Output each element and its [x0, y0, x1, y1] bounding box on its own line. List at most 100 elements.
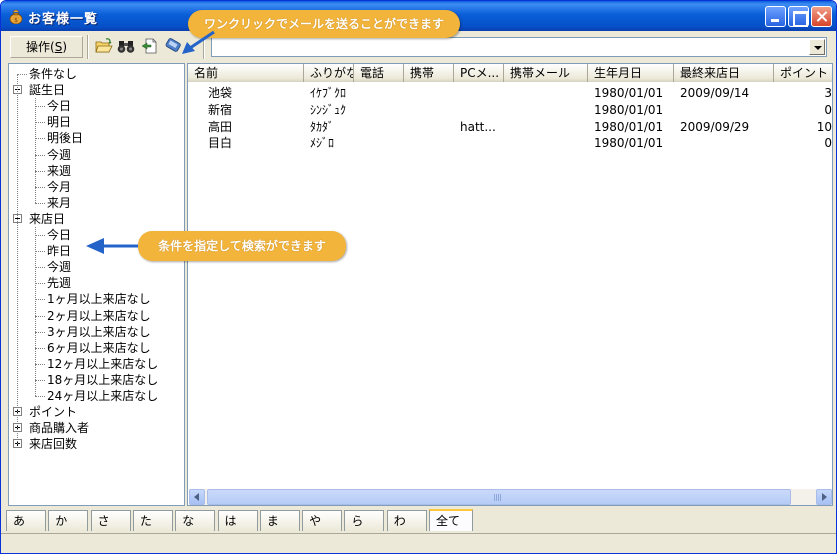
- column-header[interactable]: ポイント: [774, 64, 832, 82]
- tab-kana[interactable]: は: [217, 510, 258, 531]
- column-header[interactable]: PCメ...: [454, 64, 504, 82]
- tree-item[interactable]: 今日: [47, 98, 71, 114]
- tab-kana[interactable]: ま: [259, 510, 300, 531]
- export-page-icon[interactable]: [141, 37, 159, 55]
- table-cell: [680, 102, 774, 119]
- scroll-thumb[interactable]: [207, 489, 791, 505]
- table-cell: 1980/01/01: [594, 119, 664, 134]
- tree-item-label: 条件なし: [29, 67, 78, 81]
- tree-item-label: 6ヶ月以上来店なし: [47, 340, 151, 355]
- customer-list[interactable]: 名前 ふりがな 電話 携帯 PCメ... 携帯メール 生年月日 最終来店日 ポイント 池袋 ｲｹﾌ…: [187, 63, 833, 506]
- tree-item[interactable]: 18ヶ月以上来店なし: [47, 372, 158, 388]
- tree-line: [35, 138, 45, 140]
- tree-line: [35, 396, 45, 397]
- tab-kana[interactable]: た: [132, 510, 173, 531]
- table-cell: [460, 102, 504, 119]
- horizontal-scrollbar[interactable]: [189, 489, 832, 505]
- minimize-button[interactable]: [765, 6, 786, 27]
- svg-text:$: $: [14, 17, 18, 24]
- tree-item[interactable]: 条件なし: [29, 66, 77, 82]
- tree-item[interactable]: 今週: [47, 259, 71, 275]
- tree-item[interactable]: 誕生日: [29, 82, 65, 98]
- tree-item[interactable]: 来店日: [29, 211, 65, 227]
- tree-item[interactable]: 来月: [47, 195, 71, 211]
- tree-item[interactable]: 3ヶ月以上来店なし: [47, 324, 151, 340]
- tree-item[interactable]: 今日: [47, 227, 71, 243]
- tree-item-label: 24ヶ月以上来店なし: [47, 389, 159, 403]
- table-cell: [410, 135, 454, 152]
- tree-item[interactable]: 昨日: [47, 243, 71, 259]
- tab-kana[interactable]: さ: [90, 510, 131, 531]
- column-header[interactable]: 携帯メール: [504, 64, 588, 82]
- tree-line: [35, 283, 45, 285]
- tree-item[interactable]: 来店回数: [29, 436, 77, 452]
- scroll-left-icon[interactable]: [189, 489, 205, 505]
- tree-item-label: 来月: [47, 195, 72, 210]
- table-row[interactable]: 目白 ﾒｼﾞﾛ 1980/01/01 0: [188, 135, 832, 152]
- tree-item-label: 今週: [47, 260, 72, 275]
- table-row[interactable]: 新宿 ｼﾝｼﾞｭｸ 1980/01/01 0: [188, 102, 832, 119]
- tree-line: [35, 122, 45, 124]
- table-cell: 3: [824, 86, 832, 100]
- tree-line: [35, 251, 45, 253]
- kana-index-tabs: あかさたなはまやらわ全て: [6, 509, 832, 532]
- scroll-right-icon[interactable]: [816, 489, 832, 505]
- tree-item-label: 誕生日: [29, 83, 66, 98]
- callout-arrow-icon: [182, 30, 215, 54]
- binoculars-icon[interactable]: [117, 37, 135, 55]
- table-cell: 2009/09/14: [680, 86, 750, 100]
- tree-item[interactable]: 明日: [47, 114, 71, 130]
- tree-item[interactable]: 2ヶ月以上来店なし: [47, 308, 151, 324]
- column-header[interactable]: 最終来店日: [674, 64, 774, 82]
- search-combobox[interactable]: [211, 37, 827, 57]
- tree-item-label: 1ヶ月以上来店なし: [47, 292, 151, 307]
- money-bag-icon: $: [9, 9, 23, 24]
- tab-kana[interactable]: わ: [386, 510, 427, 531]
- tree-line: [35, 202, 45, 204]
- tree-item[interactable]: 先週: [47, 275, 71, 291]
- column-header[interactable]: 携帯: [404, 64, 454, 82]
- tree-item[interactable]: ポイント: [29, 404, 77, 420]
- tree-item-label: 先週: [47, 276, 72, 291]
- tree-item-label: 3ヶ月以上来店なし: [47, 324, 151, 339]
- column-header[interactable]: 電話: [354, 64, 404, 82]
- tab-kana[interactable]: あ: [6, 510, 46, 531]
- tab-kana[interactable]: や: [302, 510, 343, 531]
- tree-item[interactable]: 24ヶ月以上来店なし: [47, 388, 158, 404]
- tree-line: [35, 331, 45, 333]
- tree-item[interactable]: 今週: [47, 147, 71, 163]
- tab-kana[interactable]: か: [48, 510, 89, 531]
- column-header[interactable]: 名前: [188, 64, 304, 82]
- tab-kana[interactable]: ら: [344, 510, 385, 531]
- tree-item-label: 明日: [47, 115, 72, 130]
- table-cell: 2009/09/29: [680, 119, 750, 134]
- tree-item[interactable]: 明後日: [47, 130, 83, 146]
- column-header[interactable]: ふりがな: [304, 64, 354, 82]
- tree-item[interactable]: 今月: [47, 179, 71, 195]
- tree-item[interactable]: 商品購入者: [29, 420, 89, 436]
- tab-kana[interactable]: 全て: [429, 509, 473, 531]
- table-cell: [410, 85, 454, 102]
- tree-item[interactable]: 来週: [47, 163, 71, 179]
- operation-menu[interactable]: 操作(S): [10, 36, 83, 58]
- close-button[interactable]: [811, 6, 832, 27]
- table-cell: [360, 102, 404, 119]
- table-cell: 0: [824, 136, 832, 151]
- tree-item[interactable]: 6ヶ月以上来店なし: [47, 340, 151, 356]
- operation-menu-label-close: ): [62, 40, 67, 54]
- table-row[interactable]: 池袋 ｲｹﾌﾞｸﾛ 1980/01/01 2009/09/14 3: [188, 85, 832, 102]
- dropdown-arrow-icon[interactable]: [809, 39, 825, 55]
- tree-line: [35, 347, 45, 349]
- tree-item[interactable]: 1ヶ月以上来店なし: [47, 291, 151, 307]
- column-header[interactable]: 生年月日: [588, 64, 674, 82]
- window-title: お客様一覧: [28, 12, 99, 27]
- table-cell: [410, 102, 454, 119]
- table-row[interactable]: 高田 ﾀｶﾀﾞ hatt... 1980/01/01 2009/09/29 10: [188, 119, 832, 136]
- tree-item[interactable]: 12ヶ月以上来店なし: [47, 356, 158, 372]
- tree-item-label: 今月: [47, 179, 72, 194]
- maximize-button[interactable]: [788, 6, 809, 27]
- tab-kana[interactable]: な: [175, 510, 216, 531]
- condition-tree[interactable]: 条件なし 誕生日 今日 明日 明後日 今週 来週 今月 来月 来店日 今日 昨日 今週 先週 1ヶ月以上来店…: [8, 63, 185, 506]
- open-folder-icon[interactable]: [95, 37, 113, 55]
- tree-line: [35, 315, 45, 317]
